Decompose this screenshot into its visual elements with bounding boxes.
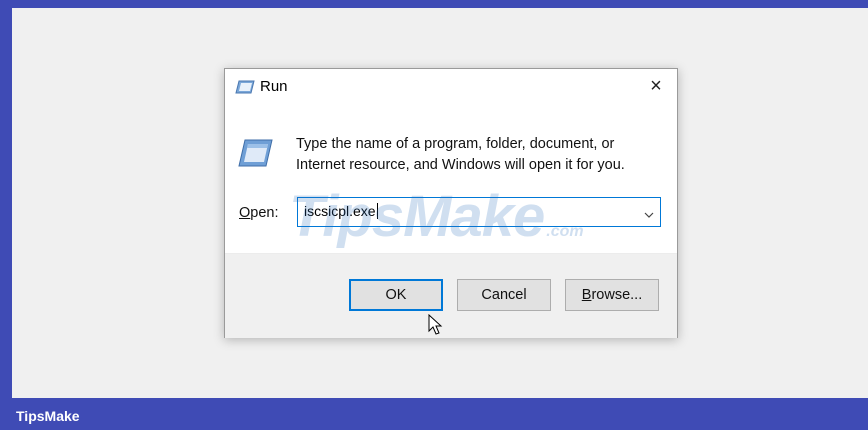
close-button[interactable]: × — [645, 75, 667, 97]
browse-mnemonic: B — [581, 287, 592, 303]
footer-brand: TipsMake — [16, 408, 80, 424]
open-input-value: iscsicpl.exe — [304, 203, 376, 219]
ok-button[interactable]: OK — [349, 279, 443, 311]
run-icon — [237, 137, 273, 169]
open-label-text: pen: — [250, 205, 279, 221]
open-combobox[interactable]: iscsicpl.exe — [297, 197, 661, 227]
description-line: Type the name of a program, folder, docu… — [296, 136, 615, 152]
open-label: Open: — [239, 205, 279, 221]
description-line: Internet resource, and Windows will open… — [296, 157, 625, 173]
dialog-title: Run — [260, 78, 288, 95]
close-icon: × — [650, 75, 662, 97]
open-input[interactable]: iscsicpl.exe — [304, 203, 378, 219]
run-dialog: Run × Type the name of a program, folder… — [224, 68, 678, 338]
mouse-pointer-icon — [428, 313, 444, 336]
chevron-down-icon[interactable] — [644, 206, 654, 218]
dialog-description: Type the name of a program, folder, docu… — [296, 134, 666, 176]
open-label-mnemonic: O — [239, 205, 251, 221]
browse-button[interactable]: Browse... — [565, 279, 659, 311]
browse-label: rowse... — [591, 287, 643, 303]
title-bar[interactable]: Run × — [225, 69, 677, 105]
run-icon — [235, 79, 255, 95]
text-caret — [376, 203, 378, 219]
cancel-button[interactable]: Cancel — [457, 279, 551, 311]
footer-bar — [0, 398, 868, 430]
